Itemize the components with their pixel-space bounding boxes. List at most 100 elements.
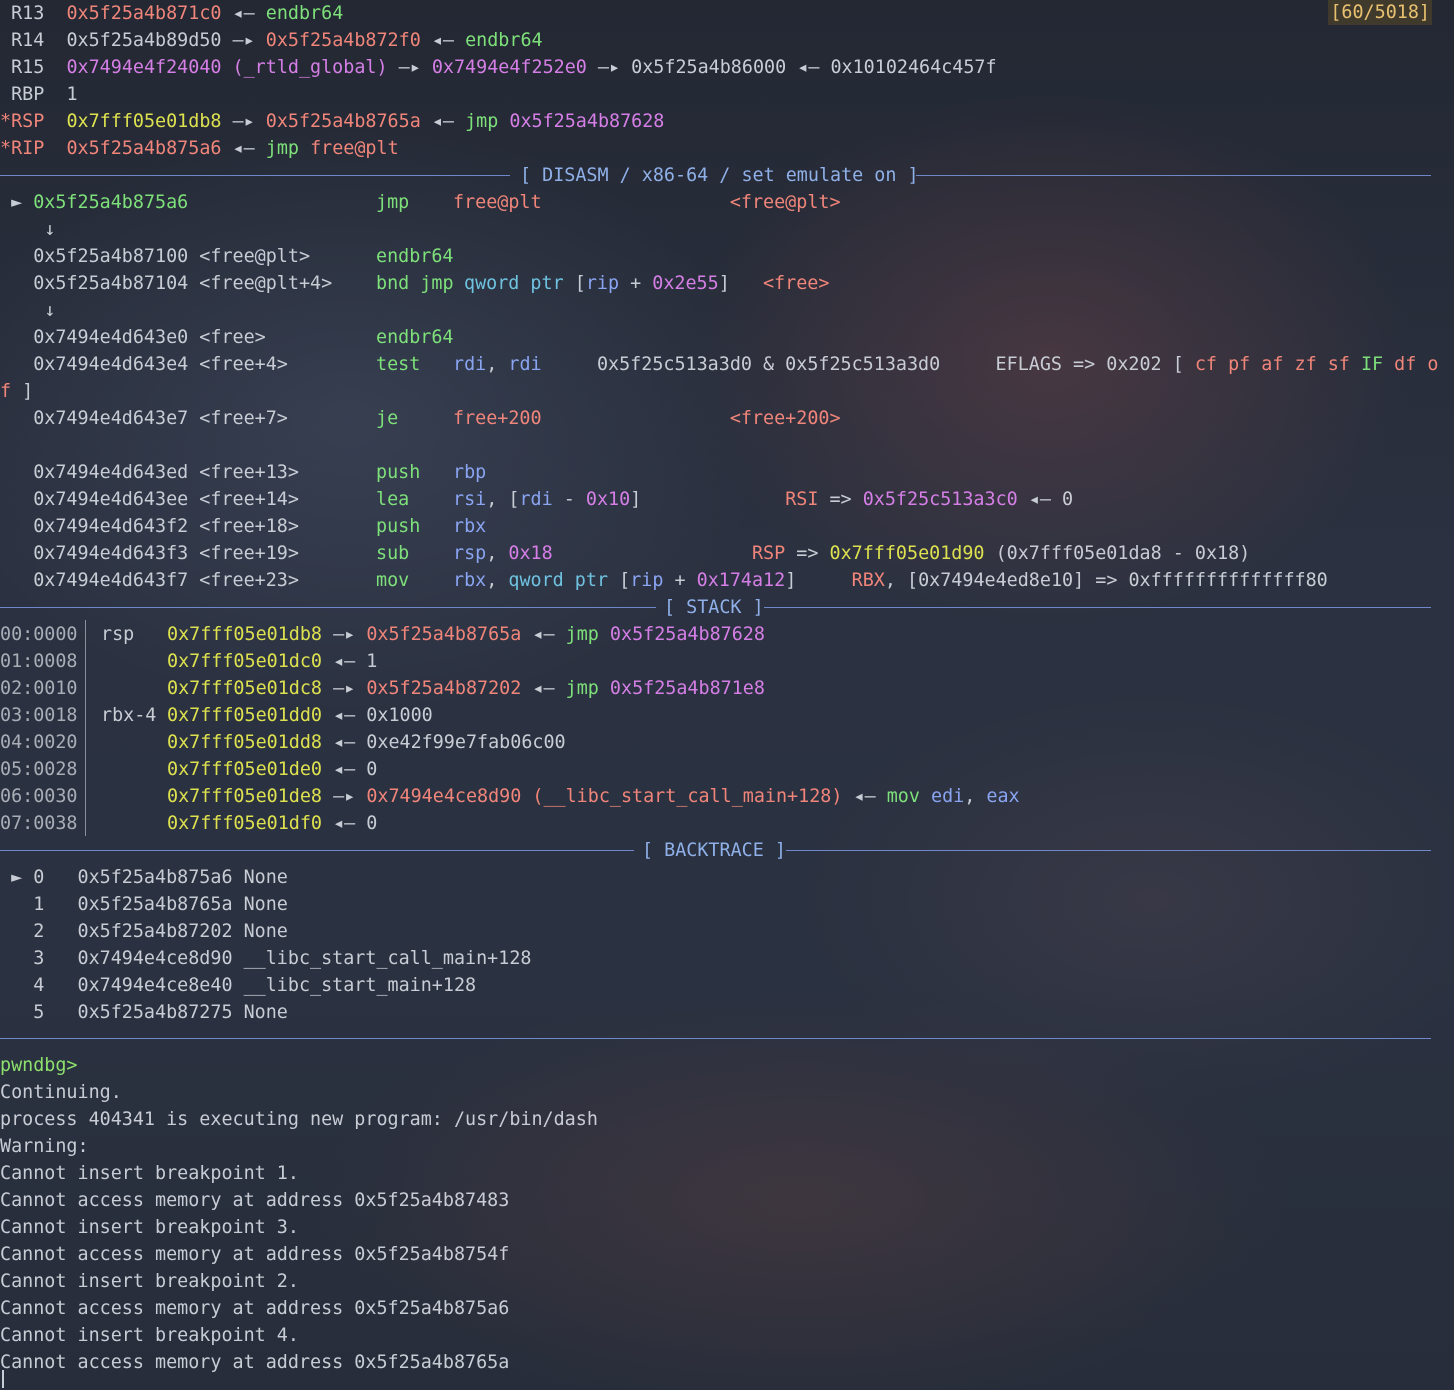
stack-offset: 06:0030 [0,786,78,807]
output-line: Continuing. [0,1082,122,1103]
text-span: lea [376,489,410,510]
text-span [44,111,66,132]
stack-register-label: rbx-4 [101,705,157,726]
text-span: <free+200> [729,408,841,429]
stack-offset: 02:0010 [0,678,78,699]
text-span: rbx [453,516,487,537]
text-span: jmp [376,192,410,213]
text-span: , [486,354,509,375]
text-span: —▸ [586,57,632,78]
disasm-mnemonic: sub [376,540,409,567]
text-span: 0x7494e4d643ed <free+13> [0,462,299,483]
text-span: 0x7fff05e01dc0 [167,651,323,672]
disasm-row: 0x7494e4d643e0 <free> [0,324,266,351]
disasm-mnemonic: je [376,405,398,432]
backtrace-title: [ BACKTRACE ] [642,840,786,861]
disasm-operands: free+200 <free+200> [453,405,841,432]
stack-row: 06:0030 [0,783,78,810]
text-span: , [486,543,509,564]
output-line: process 404341 is executing new program:… [0,1109,598,1130]
text-span: + [663,570,697,591]
text-span: free@plt [310,138,399,159]
disasm-operands: rbx [453,513,486,540]
text-span: 0x10102464c457f [830,57,997,78]
text-span: push [376,462,421,483]
text-span: 0x5f25a4b872f0 [265,30,421,51]
text-span: —▸ [387,57,432,78]
stack-divider [85,620,86,836]
output-line: Cannot access memory at address 0x5f25a4… [0,1298,510,1319]
stack-row: 07:0038 [0,810,78,837]
disasm-row: ↓ [0,297,55,324]
disasm-operands: rbp [453,459,486,486]
text-span: + [619,273,653,294]
text-span: 0x5f25a4b871c0 [66,3,222,24]
text-span: 0x18 [508,543,553,564]
text-span: f [0,381,23,402]
stack-row: 03:0018 [0,702,78,729]
text-span: 0x7494e4d643e0 <free> [0,327,266,348]
stack-value: 0x7fff05e01dc8 —▸ 0x5f25a4b87202 ◂— jmp … [167,675,765,702]
backtrace-frame: 2 0x5f25a4b87202 None [0,921,288,942]
text-span: edi [931,786,965,807]
register-row: *RIP 0x5f25a4b875a6 ◂— jmp free@plt [0,135,399,162]
backtrace-frame: ► 0 0x5f25a4b875a6 None [0,867,288,888]
text-span: ◂— 0 [322,759,378,780]
text-span: ◂— [420,30,466,51]
stack-offset: 05:0028 [0,759,78,780]
output-line: Cannot access memory at address 0x5f25a4… [0,1352,510,1373]
text-span: , [ [486,489,520,510]
disasm-mnemonic: lea [376,486,409,513]
stack-value: 0x7fff05e01de0 ◂— 0 [167,756,377,783]
text-span: je [376,408,399,429]
text-span: 0x5f25a4b87100 <free@plt> [0,246,311,267]
text-span: 0x7fff05e01dd8 [167,732,323,753]
disasm-row: 0x5f25a4b87100 <free@plt> [0,243,310,270]
text-span: 0x5f25c513a3c0 [862,489,1018,510]
text-span: rdi [508,354,542,375]
text-span: —▸ [322,624,367,645]
text-span: ◂— [786,57,831,78]
text-span: 1 [66,84,78,105]
stack-row: 04:0020 [0,729,78,756]
register-name: RBP [0,84,45,105]
disasm-operands: qword ptr [rip + 0x2e55] <free> [464,270,829,297]
text-span: 0x7494e4d643f2 <free+18> [0,516,299,537]
text-span: 0x5f25a4b87104 <free@plt+4> [0,273,333,294]
text-span: 0x5f25a4b8765a [366,624,522,645]
text-span [542,408,730,429]
text-span [44,138,66,159]
text-span: qword ptr [508,570,620,591]
stack-offset: 03:0018 [0,705,78,726]
text-span: eax [986,786,1020,807]
text-span: ◂— 0x1000 [322,705,433,726]
disasm-mnemonic: mov [376,567,409,594]
text-span: rip [585,273,620,294]
text-span: —▸ [221,111,266,132]
disasm-row: f ] [0,378,33,405]
text-span: ◂— 1 [322,651,378,672]
text-span: => [785,543,830,564]
text-span: 0x7fff05e01d90 [829,543,985,564]
text-span: - [552,489,586,510]
register-name: *RIP [0,138,45,159]
text-span: 0x7494e4ce8d90 (__libc_start_call_main+1… [366,786,843,807]
stack-row: 02:0010 [0,675,78,702]
text-span: 0x5f25a4b8765a [265,111,421,132]
text-span: 0x7494e4d643e7 <free+7> [0,408,288,429]
text-span: endbr64 [376,327,454,348]
pwndbg-prompt[interactable]: pwndbg> [0,1052,78,1079]
disasm-mnemonic: push [376,459,420,486]
text-span: IF [1360,354,1384,375]
disasm-row: 0x7494e4d643f2 <free+18> [0,513,299,540]
text-span: ◂— [221,3,266,24]
text-cursor[interactable] [2,1370,4,1388]
text-span: ◂— [221,138,266,159]
disasm-operands: rdi, rdi 0x5f25c513a3d0 & 0x5f25c513a3d0… [453,351,1438,378]
disasm-title: [ DISASM / x86-64 / set emulate on ] [520,165,919,186]
text-span: test [376,354,421,375]
text-span: (0x7fff05e01da8 - 0x18) [984,543,1251,564]
disasm-mnemonic: push [376,513,420,540]
text-span: 0x5f25a4b87202 [366,678,522,699]
stack-offset: 04:0020 [0,732,78,753]
